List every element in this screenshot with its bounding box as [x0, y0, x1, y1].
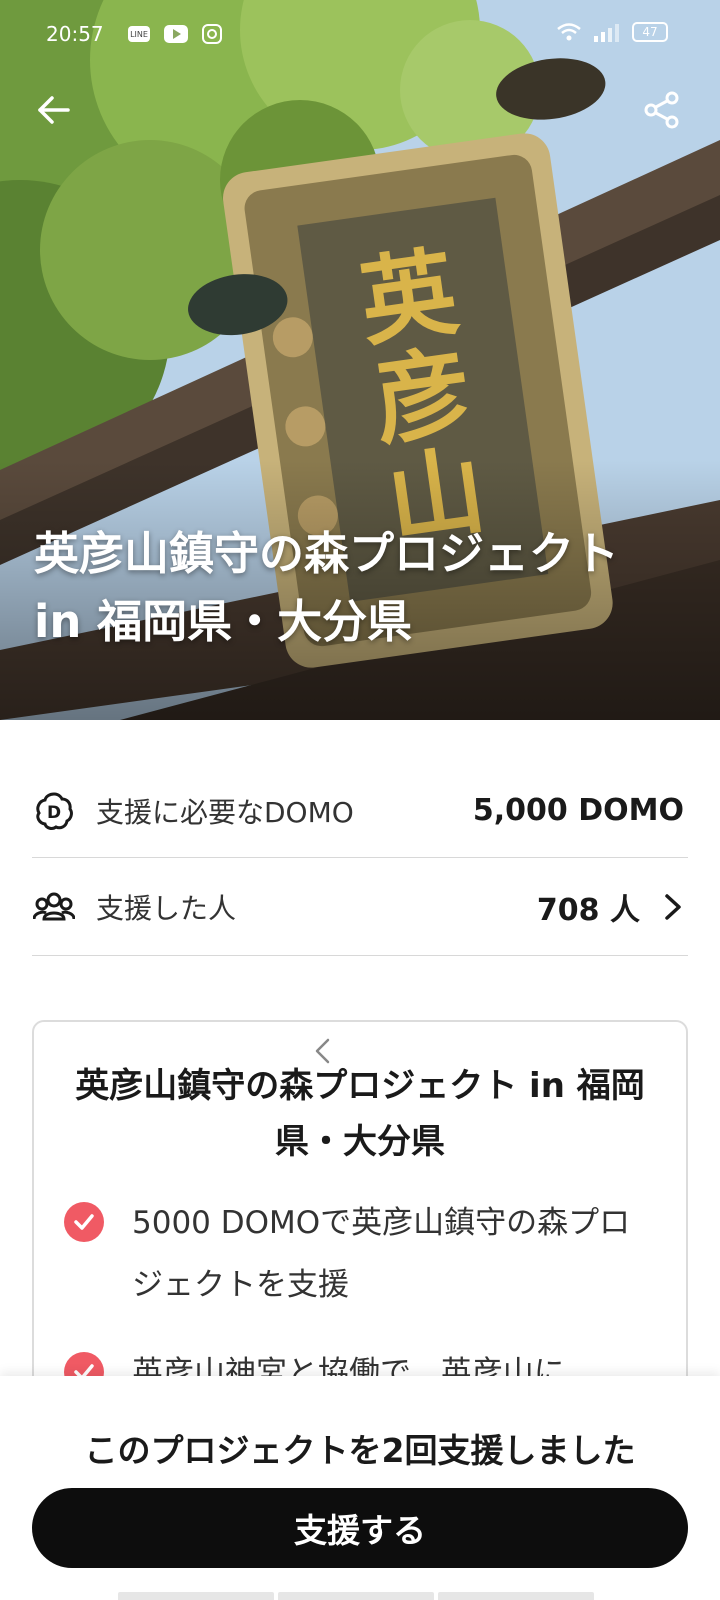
supporters-row[interactable]: 支援した人 708 人	[32, 858, 688, 956]
project-title: 英彦山鎮守の森プロジェクト in 福岡県・大分県	[34, 527, 620, 648]
card-title: 英彦山鎮守の森プロジェクト in 福岡県・大分県	[75, 1066, 645, 1162]
support-button[interactable]: 支援する	[32, 1488, 688, 1568]
domo-flower-icon: D	[32, 789, 76, 833]
share-icon	[644, 91, 679, 129]
hero-image: 英 彦 山 英彦山鎮守の森プロジェクト in 福岡県・大分県 20:57 LIN…	[0, 0, 720, 720]
supporters-label: 支援した人	[96, 891, 237, 925]
status-time: 20:57	[46, 22, 104, 46]
benefit-list: 5000 DOMOで英彦山鎮守の森プロジェクトを支援 英彦山神宮と協働で、英彦山…	[64, 1192, 656, 1404]
youtube-icon	[164, 25, 188, 43]
chevron-left-icon[interactable]	[312, 1036, 334, 1070]
back-button[interactable]	[26, 82, 82, 138]
notification-icons: LINE	[128, 24, 222, 44]
bottom-action-panel: このプロジェクトを2回支援しました 支援する	[0, 1376, 720, 1600]
supporters-value: 708 人	[536, 892, 640, 928]
project-info: D 支援に必要なDOMO 5,000 DOMO 支援した人 708 人	[32, 764, 688, 956]
supporters-value-wrap: 708 人	[537, 885, 684, 929]
share-button[interactable]	[634, 82, 690, 138]
arrow-left-icon	[38, 96, 70, 124]
domo-label: 支援に必要なDOMO	[96, 795, 354, 829]
wifi-icon	[557, 23, 581, 41]
domo-value: 5,000 DOMO	[472, 793, 684, 828]
benefit-text: 5000 DOMOで英彦山鎮守の森プロジェクトを支援	[132, 1205, 631, 1303]
support-count-text: このプロジェクトを2回支援しました	[84, 1431, 636, 1470]
people-icon	[32, 885, 76, 929]
system-icons: 47	[556, 22, 668, 42]
status-bar: 20:57 LINE 47	[0, 0, 720, 70]
chevron-right-icon	[662, 892, 684, 922]
line-icon: LINE	[128, 26, 150, 42]
svg-text:D: D	[47, 803, 61, 823]
benefit-item: 5000 DOMOで英彦山鎮守の森プロジェクトを支援	[64, 1192, 656, 1316]
battery-icon: 47	[632, 22, 668, 42]
domo-row: D 支援に必要なDOMO 5,000 DOMO	[32, 764, 688, 858]
instagram-icon	[202, 24, 222, 44]
signal-icon	[594, 24, 619, 42]
check-circle-icon	[64, 1202, 104, 1242]
gesture-bar	[118, 1592, 594, 1600]
